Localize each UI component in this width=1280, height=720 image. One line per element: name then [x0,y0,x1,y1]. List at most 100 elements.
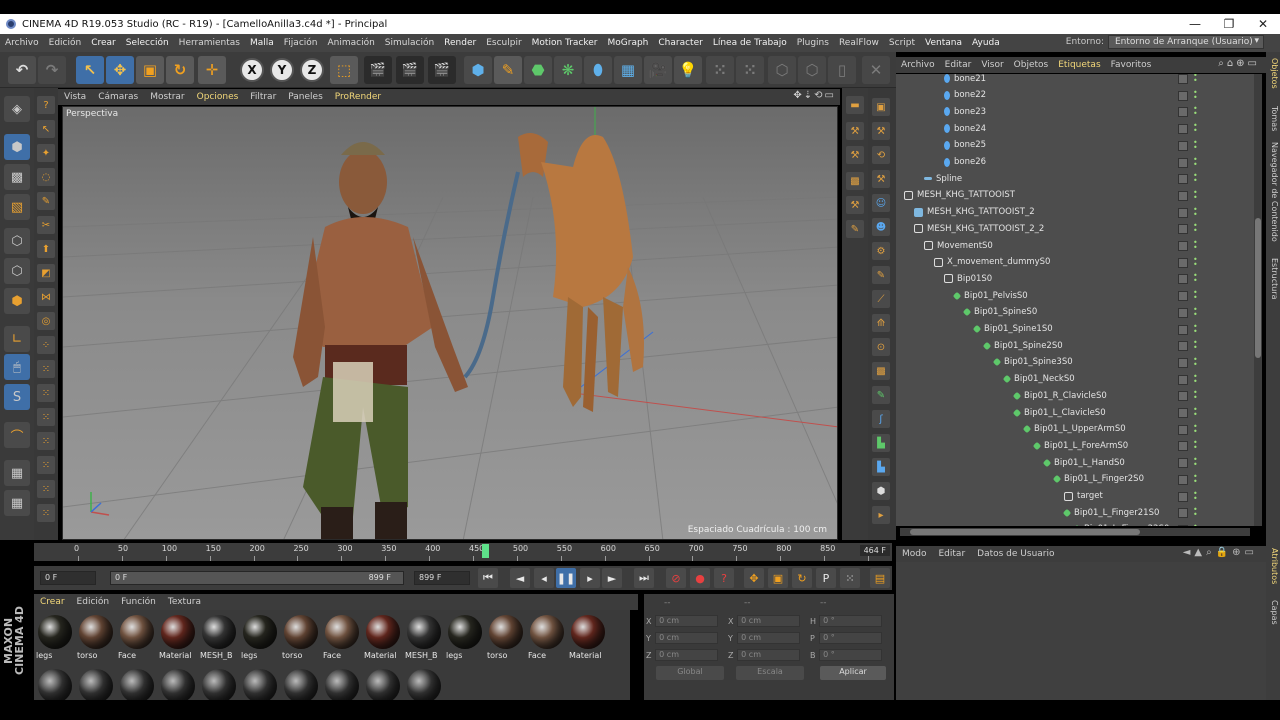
layer-toggle-icon[interactable] [1178,307,1188,318]
visibility-dots-icon[interactable]: •• [1193,372,1198,385]
om-header-icons[interactable]: ⌕⌂⊕▭ [1218,58,1260,69]
tab-objetos[interactable]: Objetos [1267,58,1279,89]
menu-mograph[interactable]: MoGraph [603,38,654,48]
layer-toggle-icon[interactable] [1178,274,1188,285]
object-tree-row[interactable]: MESH_KHG_TATTOOIST • • [896,187,1254,204]
object-tree-row[interactable]: Bip01_NeckS0 • • [896,371,1254,388]
live-selection-icon[interactable]: ↖ [76,56,104,84]
viewport-nav-icons[interactable]: ✥⇣⟲▭ [793,90,836,101]
menu-seleccion[interactable]: Selección [121,38,174,48]
move-icon[interactable]: ✥ [106,56,134,84]
layer-toggle-icon[interactable] [1178,508,1188,519]
visibility-dots-icon[interactable]: •• [1193,439,1198,452]
object-tree-row[interactable]: Bip01_Spine2S0 • • [896,337,1254,354]
tab-capas[interactable]: Capas [1267,600,1279,625]
object-tree-row[interactable]: Bip01_SpineS0 • • [896,304,1254,321]
om-menu-visor[interactable]: Visor [976,60,1008,70]
layer-toggle-icon[interactable] [1178,341,1188,352]
end-frame-field[interactable]: 899 F [414,571,470,585]
visibility-dots-icon[interactable]: •• [1193,506,1198,519]
timeline-window-icon[interactable]: ▤ [870,568,890,588]
layer-toggle-icon[interactable] [1178,291,1188,302]
layer-toggle-icon[interactable] [1178,241,1188,251]
object-manager-vscroll[interactable] [1254,74,1262,526]
material-swatch[interactable]: Material [569,612,607,662]
position-y-field[interactable]: 0 cm [655,632,718,644]
texture-mode-icon[interactable]: ⬡ [798,56,826,84]
visibility-dots-icon[interactable]: •• [1193,322,1198,335]
layer-toggle-icon[interactable] [1178,74,1188,84]
om-menu-archivo[interactable]: Archivo [896,60,940,70]
material-swatch[interactable]: Face [323,612,361,662]
material-swatch[interactable]: MESH_B [405,612,443,662]
menu-crear[interactable]: Crear [86,38,121,48]
minimize-button[interactable]: — [1178,14,1212,34]
scroll-up-icon[interactable]: ▬ [846,96,864,114]
visibility-dots-icon[interactable]: •• [1193,456,1198,469]
pause-icon[interactable]: ❚❚ [556,568,576,588]
weight-effector-icon[interactable]: ⚒ [872,170,890,188]
weight-tool-icon[interactable]: ⚒ [846,196,864,214]
layer-toggle-icon[interactable] [1178,491,1188,502]
object-tree-row[interactable]: Bip01_L_UpperArmS0 • • [896,421,1254,438]
material-swatch[interactable]: legs [36,612,74,662]
joint-align-icon[interactable]: ⚒ [872,122,890,140]
go-to-start-icon[interactable]: ⏮ [478,568,498,588]
menu-edicion[interactable]: Edición [44,38,87,48]
om-menu-favoritos[interactable]: Favoritos [1106,60,1157,70]
redo-icon[interactable]: ↷ [38,56,66,84]
ik-chain-icon[interactable]: ✎ [872,386,890,404]
environment-dropdown[interactable]: Entorno de Arranque (Usuario) [1108,35,1264,49]
tweak-icon[interactable]: 🖱 [4,354,30,380]
layer-toggle-icon[interactable] [1178,190,1188,201]
om-menu-objetos[interactable]: Objetos [1009,60,1054,70]
weld-tool-icon[interactable]: ⁘ [37,336,55,354]
texture-mode-icon[interactable]: ▩ [4,164,30,190]
muscle-tag-icon[interactable]: ▙ [872,434,890,452]
visibility-dots-icon[interactable]: •• [1193,389,1198,402]
rotation-b-field[interactable]: 0 ° [819,649,882,661]
visibility-dots-icon[interactable]: •• [1193,406,1198,419]
material-swatch[interactable] [241,666,279,700]
layer-toggle-icon[interactable] [1178,458,1188,469]
grid-snap-icon[interactable]: ⁙ [706,56,734,84]
layer-toggle-icon[interactable] [1178,124,1188,135]
visibility-dots-icon[interactable]: •• [1193,205,1198,218]
pen-icon[interactable]: ✎ [494,56,522,84]
polygons-mode-icon[interactable]: ⬢ [4,288,30,314]
object-tree-row[interactable]: MESH_KHG_TATTOOIST_2_2 • • [896,220,1254,237]
visibility-dots-icon[interactable]: •• [1193,122,1198,135]
menu-render[interactable]: Render [439,38,481,48]
menu-script[interactable]: Script [884,38,920,48]
tab-navegador-de-contenido[interactable]: Navegador de Contenido [1267,142,1279,242]
grid-tool-icon[interactable]: ⁙ [37,360,55,378]
object-tree-row[interactable]: bone25 • • [896,137,1254,154]
scale-icon[interactable]: ▣ [136,56,164,84]
object-tree-row[interactable]: Bip01_L_ForeArmS0 • • [896,437,1254,454]
material-swatch[interactable] [36,666,74,700]
visibility-dots-icon[interactable]: •• [1193,155,1198,168]
viewport-menu-vista[interactable]: Vista [58,92,92,102]
joint-tool-icon[interactable]: ⚒ [846,146,864,164]
timeline-playhead[interactable] [482,544,490,558]
menu-malla[interactable]: Malla [245,38,279,48]
visibility-dots-icon[interactable]: •• [1193,422,1198,435]
visibility-dots-icon[interactable]: •• [1193,138,1198,151]
visibility-dots-icon[interactable]: •• [1193,339,1198,352]
object-tree-row[interactable]: X_movement_dummyS0 • • [896,254,1254,271]
bridge-tool-icon[interactable]: ⋈ [37,288,55,306]
character-object-icon[interactable]: ▣ [872,98,890,116]
snap-icon[interactable]: S [4,384,30,410]
object-tree-row[interactable]: Bip01_L_HandS0 • • [896,454,1254,471]
object-tree-row[interactable]: MovementS0 • • [896,237,1254,254]
object-tree-row[interactable]: Bip01_L_Finger21S0 • • [896,504,1254,521]
menu-plugins[interactable]: Plugins [792,38,834,48]
layer-toggle-icon[interactable] [1178,441,1188,452]
object-tag-icon[interactable]: ⬢ [872,482,890,500]
visibility-dots-icon[interactable]: •• [1193,188,1198,201]
coord-size-mode-dropdown[interactable]: Escala [736,666,804,680]
selection-tool-icon[interactable]: ↖ [37,120,55,138]
menu-animacion[interactable]: Animación [322,38,379,48]
object-tree-row[interactable]: MESH_KHG_TATTOOIST_2 • • [896,204,1254,221]
layer-toggle-icon[interactable] [1178,357,1188,368]
